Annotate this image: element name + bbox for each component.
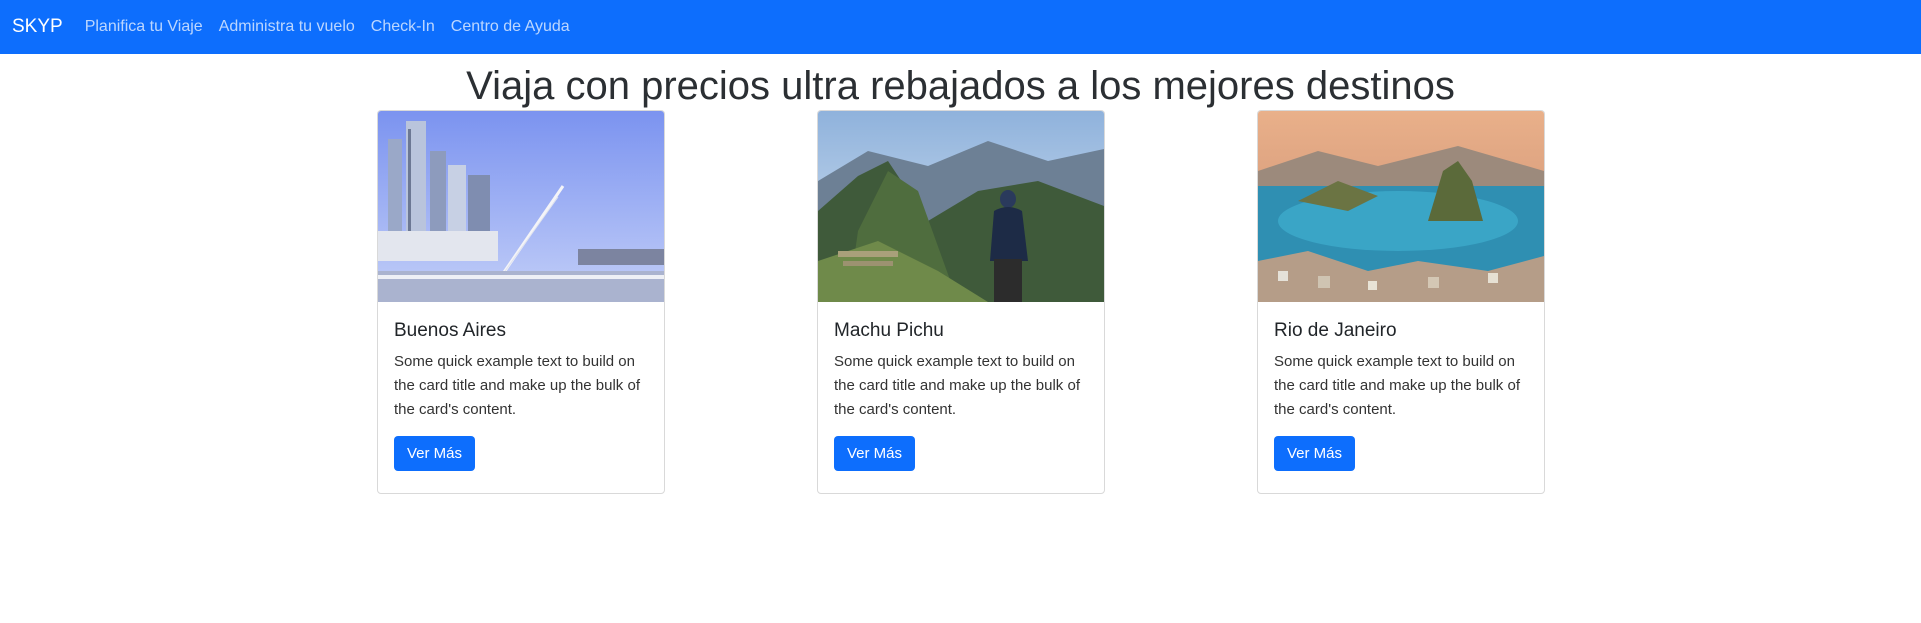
card-title: Machu Pichu	[834, 320, 944, 341]
nav-link-administra[interactable]: Administra tu vuelo	[219, 18, 355, 36]
card-text: Some quick example text to build on the …	[1274, 353, 1520, 418]
buenos-aires-image	[378, 111, 664, 302]
nav-link-ayuda[interactable]: Centro de Ayuda	[451, 18, 570, 36]
destination-card-machu-pichu: Machu Pichu Some quick example text to b…	[817, 110, 1105, 494]
ver-mas-button[interactable]: Ver Más	[394, 436, 476, 471]
ver-mas-button[interactable]: Ver Más	[834, 436, 916, 471]
destination-cards: Buenos Aires Some quick example text to …	[0, 110, 1921, 550]
machu-pichu-image	[818, 111, 1104, 302]
card-title: Rio de Janeiro	[1274, 320, 1397, 341]
destination-card-rio-de-janeiro: Rio de Janeiro Some quick example text t…	[1257, 110, 1545, 494]
card-title: Buenos Aires	[394, 320, 506, 341]
page-title: Viaja con precios ultra rebajados a los …	[466, 64, 1455, 108]
brand-logo[interactable]: SKYP	[12, 16, 63, 38]
nav-link-planifica[interactable]: Planifica tu Viaje	[85, 18, 203, 36]
card-text: Some quick example text to build on the …	[394, 353, 640, 418]
destination-card-buenos-aires: Buenos Aires Some quick example text to …	[377, 110, 665, 494]
top-navbar: SKYP Planifica tu Viaje Administra tu vu…	[0, 0, 1921, 54]
card-text: Some quick example text to build on the …	[834, 353, 1080, 418]
rio-de-janeiro-image	[1258, 111, 1544, 302]
nav-link-checkin[interactable]: Check-In	[371, 18, 435, 36]
ver-mas-button[interactable]: Ver Más	[1274, 436, 1356, 471]
